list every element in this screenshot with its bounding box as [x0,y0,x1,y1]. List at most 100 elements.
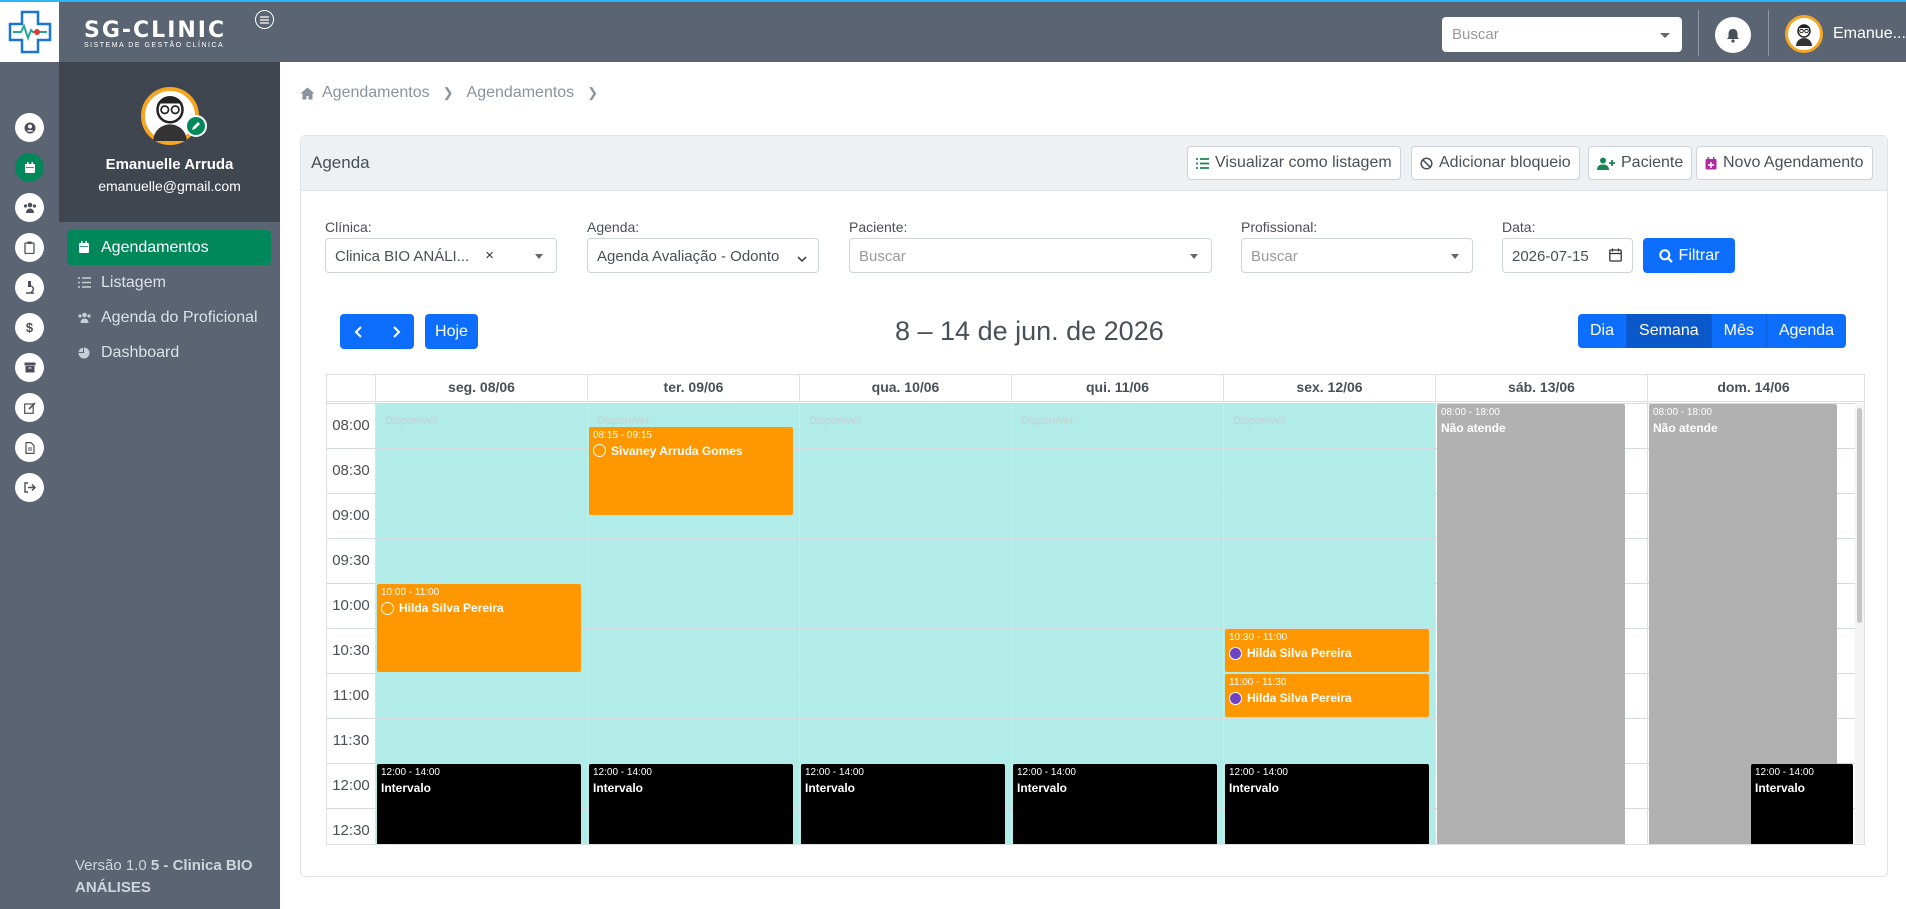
event-title-text: Não atende [1653,421,1718,435]
ban-icon [1420,156,1433,170]
unavailable-block[interactable]: 08:00 - 18:00 Não atende [1437,404,1625,844]
event-time: 12:00 - 14:00 [593,767,652,778]
event-title: Sivaney Arruda Gomes [593,444,789,458]
day-header[interactable]: qui. 11/06 [1011,375,1223,402]
date-input[interactable]: 2026-07-15 [1502,238,1633,273]
break-block[interactable]: 12:00 - 14:00 Intervalo [589,764,793,844]
break-block[interactable]: 12:00 - 14:00 Intervalo [1225,764,1429,844]
brand-name: SG-CLINIC [84,18,227,43]
day-column-divider [1647,403,1648,844]
calendar-scrollbar[interactable] [1855,403,1864,844]
time-slot-line [327,673,1855,674]
global-search-select[interactable]: Buscar [1442,17,1682,52]
day-header[interactable]: dom. 14/06 [1647,375,1859,402]
view-list-label: Visualizar como listagem [1215,154,1392,171]
user-plus-icon [1597,157,1615,170]
user-menu[interactable]: Emanue... [1785,15,1906,53]
event-title: Intervalo [805,781,1001,795]
time-label: 09:30 [332,552,370,569]
add-patient-label: Paciente [1621,154,1684,171]
archive-icon[interactable] [15,353,44,382]
event-title-text: Hilda Silva Pereira [1247,646,1352,660]
day-header[interactable]: qua. 10/06 [799,375,1011,402]
add-block-button[interactable]: Adicionar bloqueio [1411,146,1580,180]
calendar-icon[interactable] [15,153,44,182]
date-filter-label: Data: [1502,219,1536,235]
appointment-event[interactable]: 10:30 - 11:00 Hilda Silva Pereira [1225,629,1429,672]
edit-profile-icon[interactable] [184,115,207,137]
view-month-button[interactable]: Mês [1711,314,1767,348]
break-block[interactable]: 12:00 - 14:00 Intervalo [801,764,1005,844]
prev-week-button[interactable] [354,325,364,338]
today-button[interactable]: Hoje [425,314,478,349]
day-header[interactable]: sex. 12/06 [1223,375,1435,402]
add-block-label: Adicionar bloqueio [1439,154,1571,171]
day-header[interactable]: ter. 09/06 [587,375,799,402]
pie-chart-icon [76,347,92,359]
available-label: Disponível [1021,415,1073,427]
agenda-select[interactable]: Agenda Avaliação - Odonto [587,238,819,273]
view-agenda-button[interactable]: Agenda [1766,314,1847,348]
microscope-icon[interactable] [15,273,44,302]
next-week-button[interactable] [391,325,401,338]
sidebar-item-listagem[interactable]: Listagem [67,265,271,300]
time-slot-line [327,403,1855,404]
professional-select[interactable]: Buscar [1241,238,1473,273]
clinic-select-value: Clinica BIO ANÁLI... [335,248,470,265]
users-icon[interactable] [15,193,44,222]
calendar-plus-icon [1705,156,1717,170]
appointment-event[interactable]: 11:00 - 11:30 Hilda Silva Pereira [1225,674,1429,717]
dollar-icon[interactable]: $ [15,313,44,342]
event-title: Não atende [1653,421,1833,435]
logout-icon[interactable] [15,473,44,502]
day-column-divider [1011,403,1012,844]
new-appointment-button[interactable]: Novo Agendamento [1696,146,1873,180]
event-title-text: Intervalo [593,781,644,795]
global-search-placeholder: Buscar [1452,26,1499,43]
appointment-event[interactable]: 10:00 - 11:00 Hilda Silva Pereira [377,584,581,672]
add-patient-button[interactable]: Paciente [1588,146,1693,180]
break-block[interactable]: 12:00 - 14:00 Intervalo [1751,764,1853,844]
day-header[interactable]: seg. 08/06 [375,375,587,402]
version-info: Versão 1.0 5 - Clinica BIO ANÁLISES [75,855,280,899]
clipboard-icon[interactable] [15,233,44,262]
calendar-picker-icon[interactable] [1609,248,1622,262]
clinic-select[interactable]: Clinica BIO ANÁLI... × [325,238,557,273]
event-title: Intervalo [1229,781,1425,795]
time-label: 11:00 [332,687,370,704]
event-time: 08:15 - 09:15 [593,429,652,441]
day-header[interactable]: sáb. 13/06 [1435,375,1647,402]
available-label: Disponível [597,415,649,427]
appointment-event[interactable]: 08:15 - 09:15 Sivaney Arruda Gomes [589,426,793,515]
view-day-button[interactable]: Dia [1578,314,1628,348]
home-icon[interactable] [300,87,315,100]
bell-icon[interactable] [1715,17,1751,53]
time-label: 09:00 [332,507,370,524]
sidebar-item-agendamentos[interactable]: Agendamentos [67,230,271,265]
break-block[interactable]: 12:00 - 14:00 Intervalo [377,764,581,844]
filter-button[interactable]: Filtrar [1643,238,1735,273]
time-label: 08:30 [332,462,370,479]
avatar[interactable] [140,87,207,145]
event-time: 11:00 - 11:30 [1229,677,1287,688]
edit-icon[interactable] [15,393,44,422]
file-icon[interactable] [15,433,44,462]
sidebar-item-agenda-proficional[interactable]: Agenda do Proficional [67,300,271,335]
sidebar-item-dashboard[interactable]: Dashboard [67,335,271,370]
logo[interactable] [0,2,59,62]
time-label: 08:00 [332,417,370,434]
calendar-icon [76,241,92,254]
card-header: Agenda Visualizar como listagem Adiciona… [301,136,1887,191]
view-list-button[interactable]: Visualizar como listagem [1187,146,1401,180]
time-label: 12:30 [332,822,370,839]
event-time: 10:00 - 11:00 [381,587,440,598]
menu-toggle-icon[interactable] [255,10,274,29]
patient-select[interactable]: Buscar [849,238,1212,273]
user-icon[interactable] [15,113,44,142]
clear-icon[interactable]: × [485,247,494,264]
breadcrumb-item[interactable]: Agendamentos [322,84,430,102]
view-week-button[interactable]: Semana [1627,314,1712,348]
event-time: 12:00 - 14:00 [1017,767,1076,778]
breadcrumb-item[interactable]: Agendamentos [467,84,575,102]
break-block[interactable]: 12:00 - 14:00 Intervalo [1013,764,1217,844]
